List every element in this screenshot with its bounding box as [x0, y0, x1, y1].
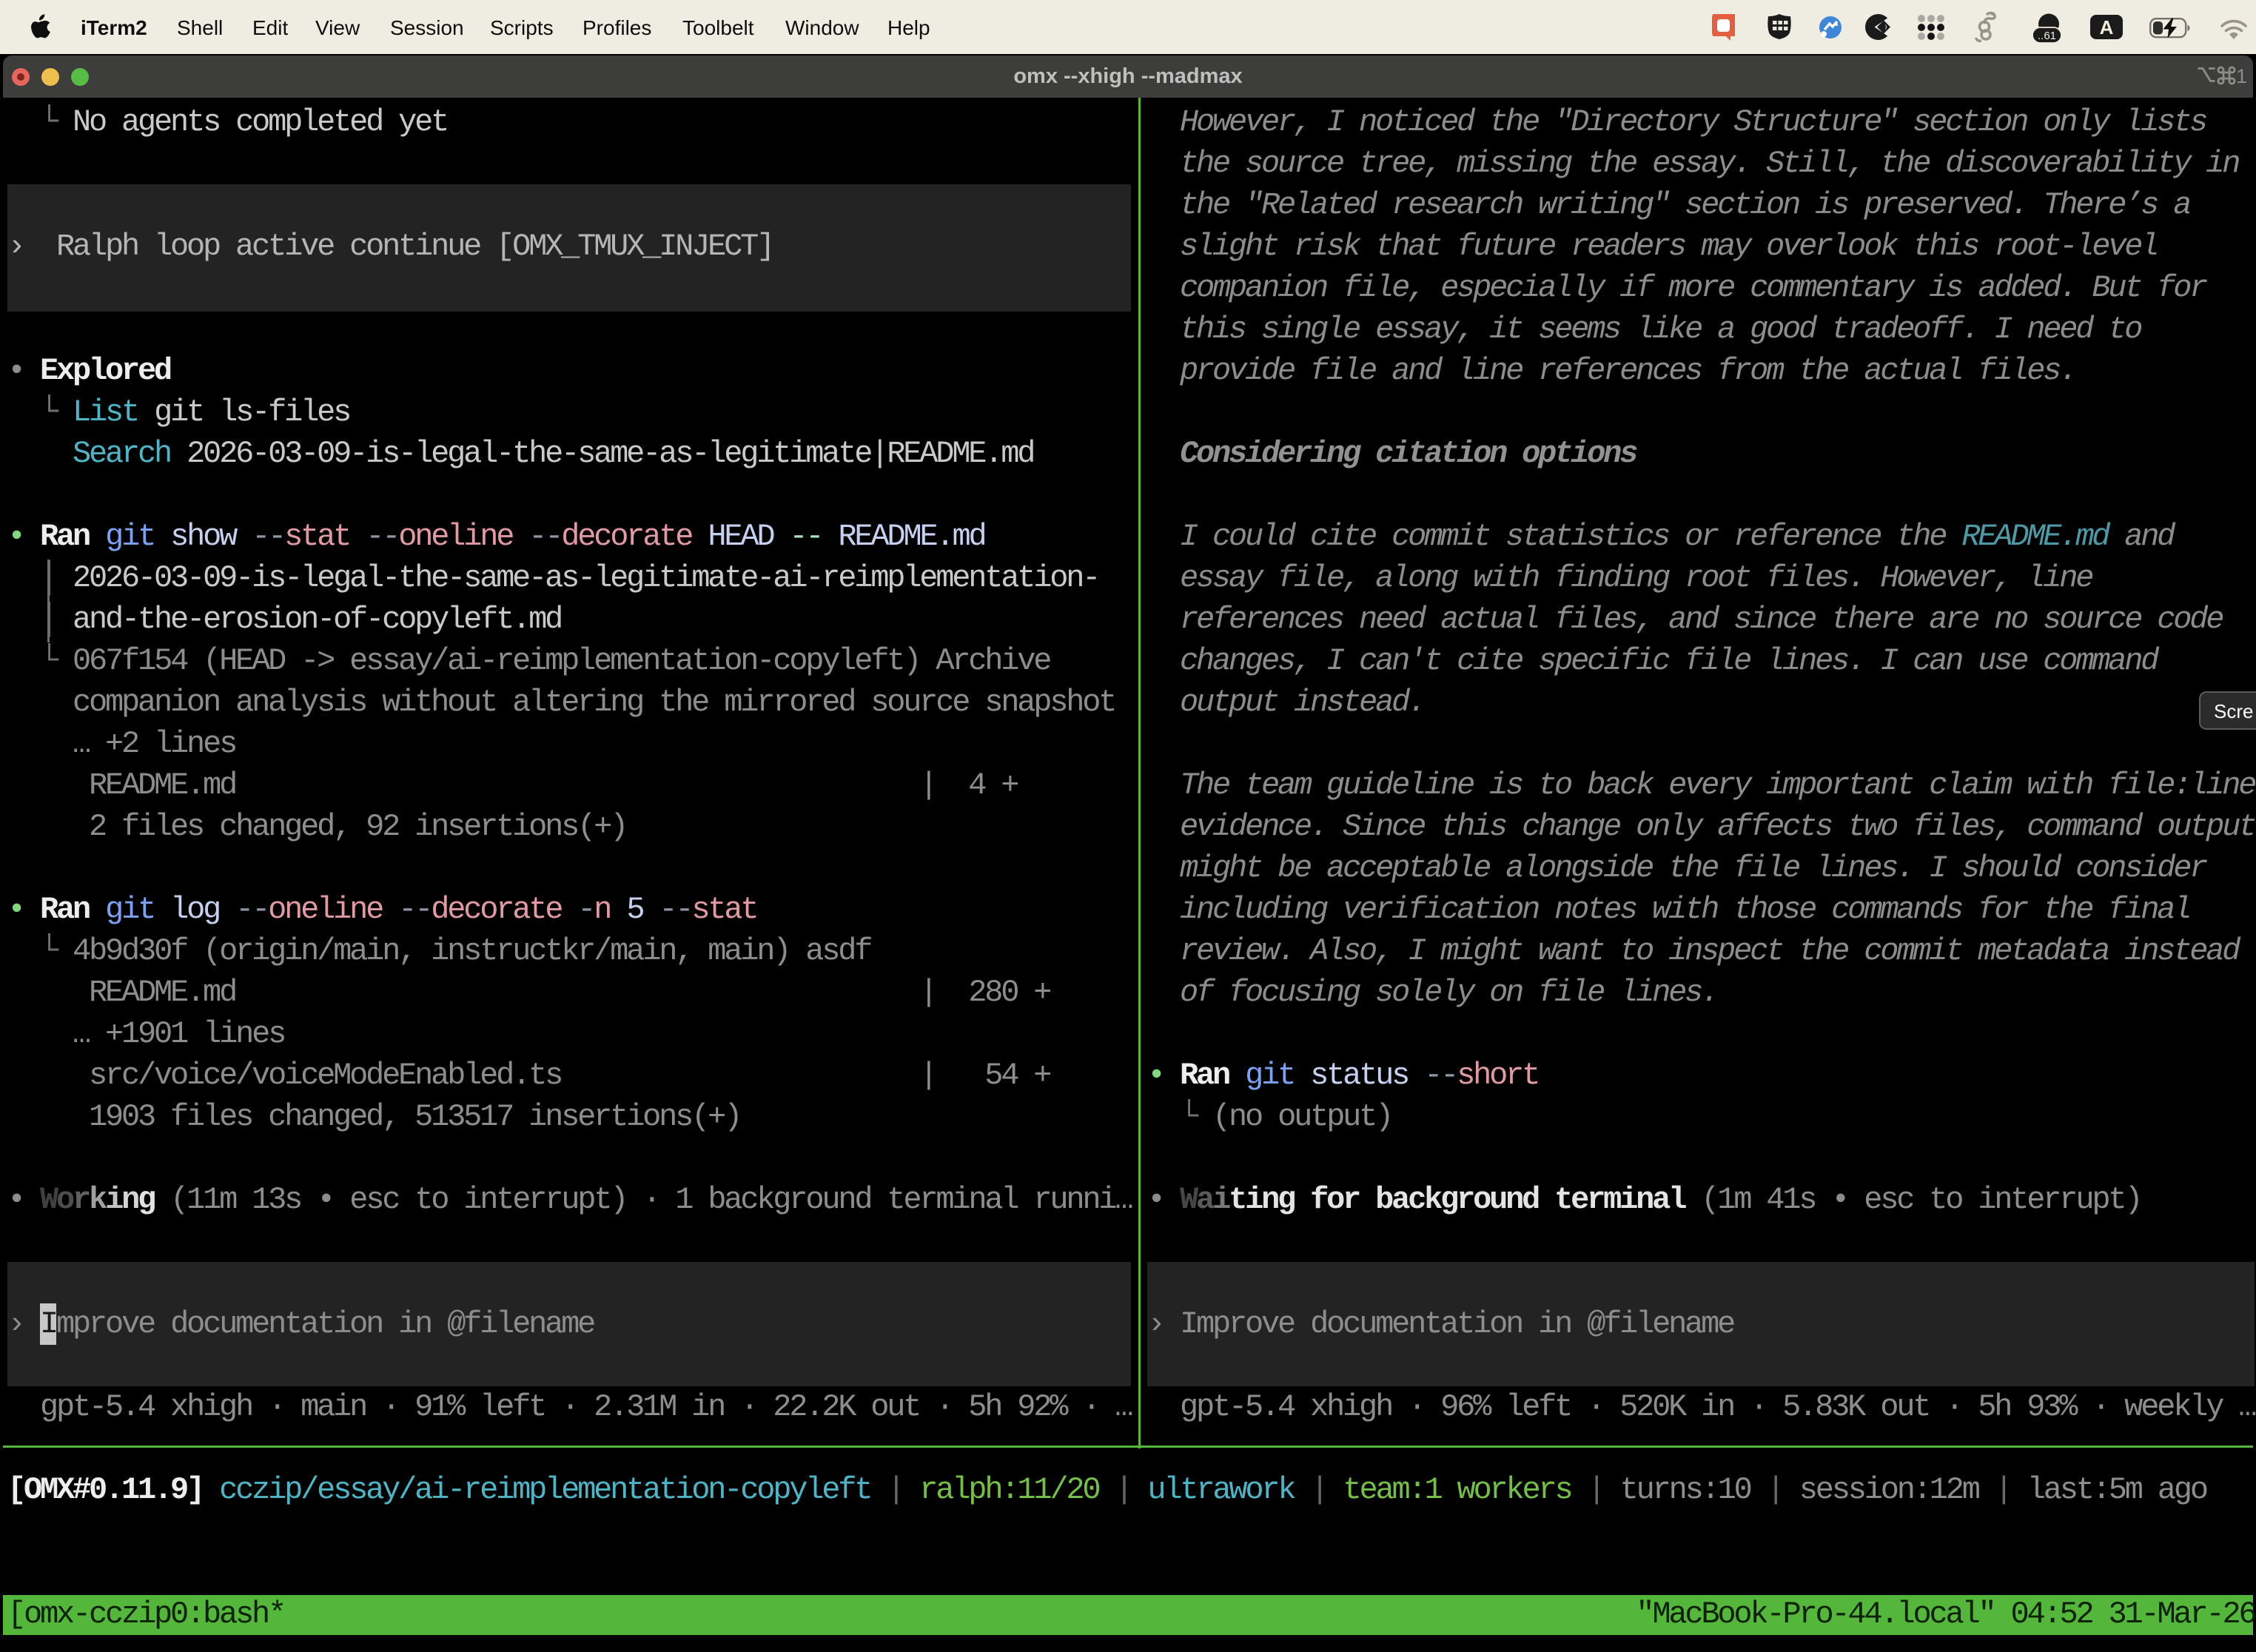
- svg-text:1: 1: [2236, 65, 2247, 86]
- svg-text:..61: ..61: [2038, 30, 2056, 42]
